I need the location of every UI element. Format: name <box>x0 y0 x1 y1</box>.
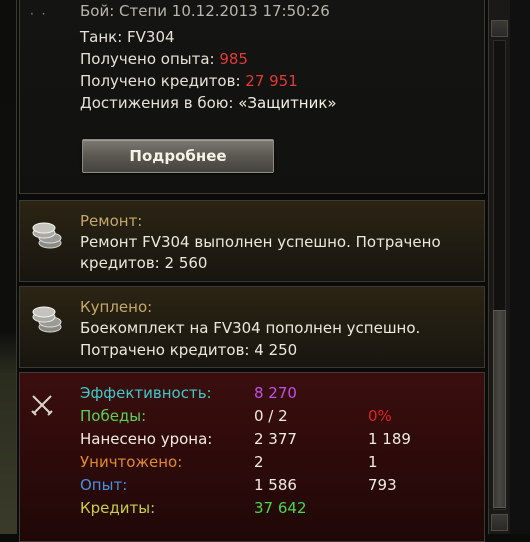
stat-value: 2 <box>254 453 264 471</box>
repair-line-2: кредитов: 2 560 <box>80 254 208 272</box>
stat-label: Победы: <box>80 407 147 425</box>
achievements-label: Достижения в бою: <box>80 94 239 112</box>
stat-value: 2 377 <box>254 430 297 448</box>
xp-value: 985 <box>219 50 248 68</box>
coins-icon <box>32 306 62 333</box>
stat-average: 793 <box>368 476 397 494</box>
scrollbar[interactable] <box>488 0 512 534</box>
scroll-down-button[interactable] <box>491 514 508 531</box>
tank-line: Танк: FV304 <box>80 28 175 46</box>
credits-label: Получено кредитов: <box>80 72 246 90</box>
battle-header-line: Бой: Степи 10.12.2013 17:50:26 <box>80 2 330 20</box>
xp-label: Получено опыта: <box>80 50 220 68</box>
purchase-title: Куплено: <box>80 298 153 316</box>
purchase-line-2: Потрачено кредитов: 4 250 <box>80 341 298 359</box>
stat-label: Нанесено урона: <box>80 430 213 448</box>
background-edge <box>510 0 530 534</box>
stat-label: Эффективность: <box>80 384 212 402</box>
repair-line-1: Ремонт FV304 выполнен успешно. Потрачено <box>80 233 441 251</box>
stat-value: 0 / 2 <box>254 407 288 425</box>
notifications-panel: · · Бой: Степи 10.12.2013 17:50:26 Танк:… <box>16 0 487 542</box>
battle-result-card: · · Бой: Степи 10.12.2013 17:50:26 Танк:… <box>19 0 485 194</box>
achievements-value: «Защитник» <box>238 94 337 112</box>
crossed-swords-icon <box>31 395 53 416</box>
xp-line: Получено опыта: 985 <box>80 49 248 69</box>
drag-handle-icon: · · <box>30 7 48 21</box>
purchase-card: Куплено: Боекомплект на FV304 пополнен у… <box>19 286 485 368</box>
stat-label: Кредиты: <box>80 499 156 517</box>
stat-value: 1 586 <box>254 476 297 494</box>
stat-value: 37 642 <box>254 499 307 517</box>
background-edge <box>0 0 16 534</box>
stat-label: Опыт: <box>80 476 128 494</box>
details-button[interactable]: Подробнее <box>82 139 274 173</box>
achievements-line: Достижения в бою: «Защитник» <box>80 93 337 113</box>
coins-icon <box>32 222 62 249</box>
stat-average: 1 <box>368 453 378 471</box>
purchase-line-1: Боекомплект на FV304 пополнен успешно. <box>80 319 421 337</box>
repair-card: Ремонт: Ремонт FV304 выполнен успешно. П… <box>19 200 485 282</box>
stat-label: Уничтожено: <box>80 453 183 471</box>
stat-value: 8 270 <box>254 384 297 402</box>
stat-average: 0% <box>368 407 392 425</box>
stat-average: 1 189 <box>368 430 411 448</box>
scroll-thumb[interactable] <box>493 310 506 508</box>
credits-value: 27 951 <box>245 72 298 90</box>
credits-line: Получено кредитов: 27 951 <box>80 71 298 91</box>
scroll-up-button[interactable] <box>491 20 508 37</box>
repair-title: Ремонт: <box>80 212 143 230</box>
battle-stats-card: Эффективность: 8 270 Победы: 0 / 2 0% Нанесен… <box>19 372 485 542</box>
